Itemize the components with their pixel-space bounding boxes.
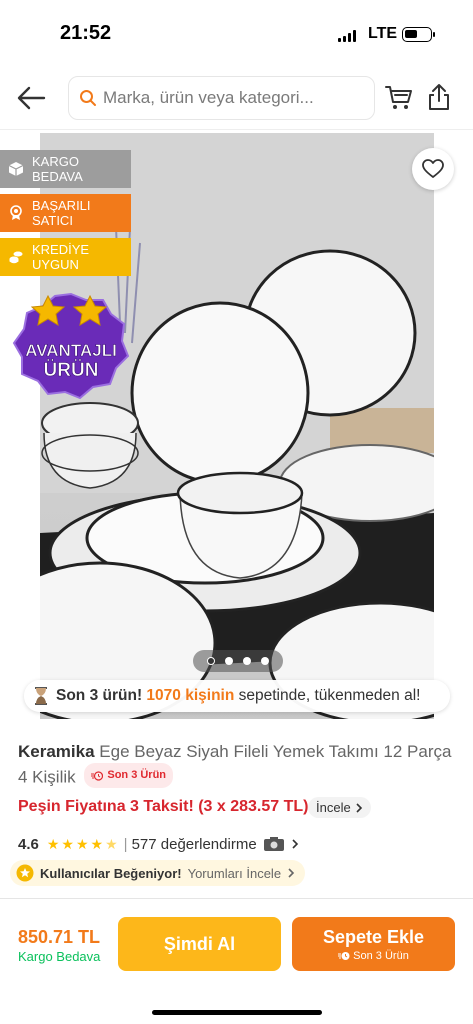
star-icon: ★ (46, 835, 60, 852)
low-stock-label: Son 3 Ürün (107, 769, 167, 781)
add-to-cart-label: Sepete Ekle (322, 926, 425, 947)
gallery-dot[interactable] (261, 657, 269, 665)
users-like-label: Kullanıcılar Beğeniyor! (40, 865, 182, 881)
gallery-dot[interactable] (207, 657, 215, 665)
top-nav (0, 68, 473, 130)
installment-details-link[interactable]: İncele (308, 797, 371, 818)
share-icon (429, 84, 449, 110)
clock-alert-icon (91, 770, 104, 781)
urgency-suffix: sepetinde, tükenmeden al! (238, 687, 421, 704)
star-half-icon: ★ (105, 835, 118, 852)
price: 850.71 TL (18, 927, 101, 947)
credit-eligible-badge: KREDİYE UYGUN (0, 238, 131, 276)
rating-separator: | (123, 835, 128, 853)
bottom-purchase-bar: 850.71 TL Kargo Bedava Şimdi Al Sepete E… (0, 898, 473, 1024)
installment-offer: Peşin Fiyatına 3 Taksit! (3 x 283.57 TL) (18, 798, 309, 815)
camera-icon (263, 837, 284, 851)
reviews-link-label: Yorumları İncele (187, 865, 282, 881)
successful-seller-badge: BAŞARILI SATICI (0, 194, 131, 232)
advantage-line1: AVANTAJLI (25, 341, 117, 360)
chevron-right-icon (292, 839, 298, 849)
clock-alert-icon (338, 951, 350, 960)
product-brand[interactable]: Keramika (18, 742, 95, 761)
urgency-highlight: 1070 kişinin (146, 687, 235, 704)
box-icon (8, 162, 24, 176)
search-icon (80, 90, 96, 106)
status-bar: 21:52 LTE (0, 0, 473, 68)
product-title: Keramika Ege Beyaz Siyah Fileli Yemek Ta… (18, 740, 458, 789)
hourglass-icon (35, 687, 47, 705)
favorite-button[interactable] (412, 148, 454, 190)
search-input[interactable] (103, 88, 373, 108)
gallery-dot[interactable] (225, 657, 233, 665)
star-icon: ★ (90, 835, 104, 852)
battery-icon (402, 27, 435, 42)
cart-button[interactable] (384, 84, 414, 112)
installment-link-label: İncele (316, 800, 351, 815)
review-count: 577 değerlendirme (131, 835, 257, 853)
urgency-prefix: Son 3 ürün! (56, 687, 143, 704)
signal-icon (338, 30, 356, 42)
star-icon: ★ (75, 835, 89, 852)
successful-seller-label: BAŞARILI SATICI (32, 198, 91, 228)
chevron-right-icon (288, 868, 295, 878)
coins-icon (9, 251, 23, 264)
credit-eligible-label: KREDİYE UYGUN (32, 242, 90, 272)
gallery-dot[interactable] (243, 657, 251, 665)
search-bar[interactable] (68, 76, 375, 120)
star-icon: ★ (61, 835, 74, 852)
free-shipping-badge: KARGO BEDAVA (0, 150, 131, 188)
advantage-product-badge: AVANTAJLI ÜRÜN (12, 292, 130, 400)
star-badge-icon (16, 864, 34, 882)
buy-now-button[interactable]: Şimdi Al (118, 917, 281, 971)
rating-score: 4.6 (18, 835, 39, 853)
back-arrow-icon (17, 86, 46, 110)
cart-icon (385, 86, 412, 109)
free-shipping-label: KARGO BEDAVA (32, 154, 83, 184)
status-time: 21:52 (60, 22, 112, 44)
add-to-cart-button[interactable]: Sepete Ekle Son 3 Ürün (292, 917, 455, 971)
medal-icon (10, 205, 22, 220)
rating-stars: ★ ★ ★ ★ ★ (47, 836, 118, 853)
advantage-line2: ÜRÜN (44, 360, 99, 381)
heart-icon (422, 159, 444, 178)
add-to-cart-stock: Son 3 Ürün (338, 950, 409, 962)
share-button[interactable] (426, 82, 452, 112)
rating-row[interactable]: 4.6 ★ ★ ★ ★ ★ | 577 değerlendirme (18, 833, 301, 855)
urgency-banner: Son 3 ürün! 1070 kişinin sepetinde, tüke… (24, 680, 450, 712)
back-button[interactable] (14, 82, 50, 114)
free-shipping-text: Kargo Bedava (18, 949, 101, 964)
low-stock-chip: Son 3 Ürün (84, 763, 174, 788)
home-indicator (152, 1010, 322, 1015)
users-like-chip[interactable]: Kullanıcılar Beğeniyor! Yorumları İncele (10, 860, 306, 886)
chevron-right-icon (356, 802, 362, 813)
gallery-pagination[interactable] (193, 650, 283, 672)
add-to-cart-stock-label: Son 3 Ürün (353, 949, 409, 962)
network-type: LTE (368, 25, 398, 42)
